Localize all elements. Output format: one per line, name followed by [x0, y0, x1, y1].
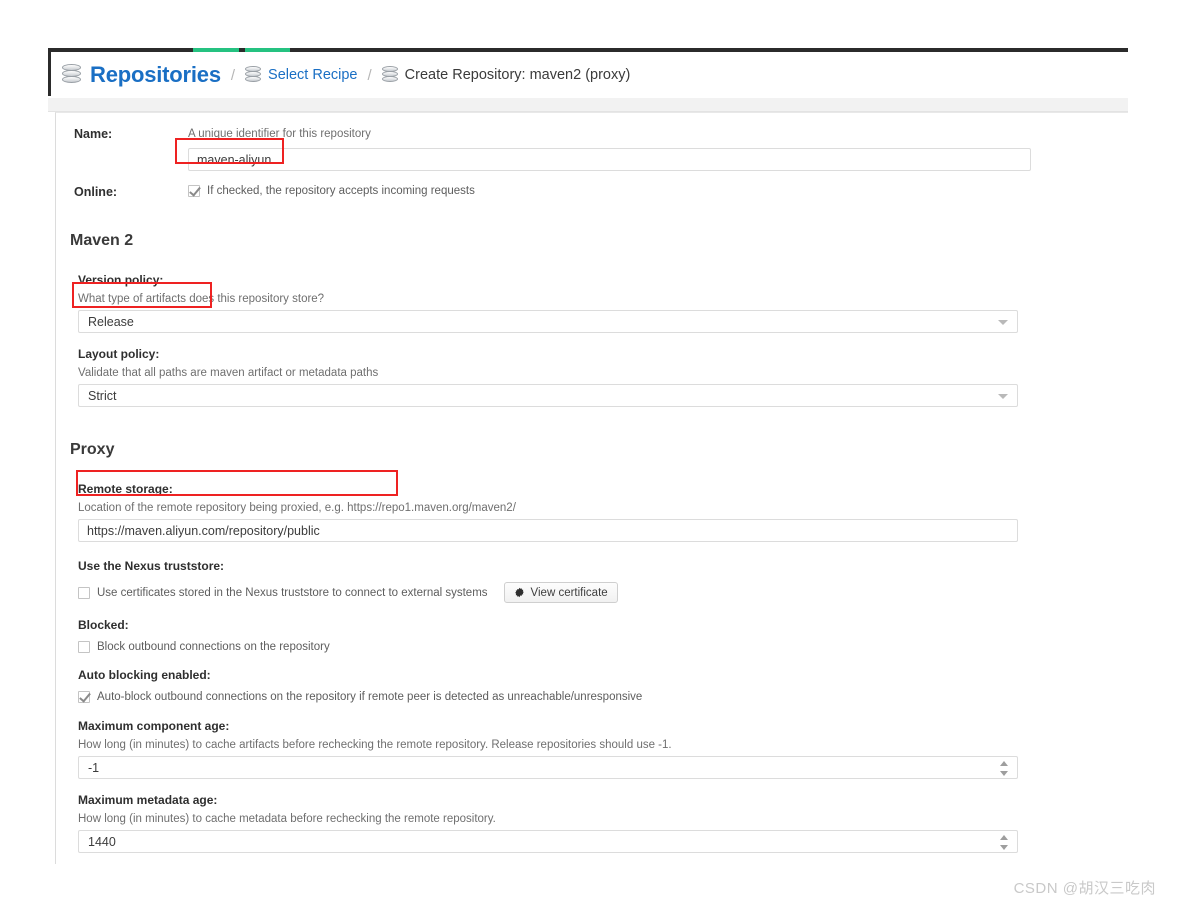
maven2-section-heading: Maven 2 — [70, 232, 134, 249]
online-label: Online: — [74, 185, 118, 199]
stepper-up-icon[interactable] — [1000, 761, 1008, 766]
version-policy-label: Version policy: — [78, 273, 164, 287]
max-component-age-label: Maximum component age: — [78, 719, 230, 733]
breadcrumb: Repositories / Select Recipe / Create Re… — [51, 52, 1128, 98]
stepper-icon[interactable] — [1000, 835, 1009, 850]
blocked-checkbox-row[interactable]: Block outbound connections on the reposi… — [56, 641, 1128, 653]
name-help-text: A unique identifier for this repository — [188, 128, 371, 140]
breadcrumb-separator-1: / — [230, 66, 236, 84]
auto-blocking-checkbox-label: Auto-block outbound connections on the r… — [97, 691, 643, 703]
remote-storage-input[interactable]: https://maven.aliyun.com/repository/publ… — [78, 519, 1018, 542]
version-policy-select[interactable]: Release — [78, 310, 1018, 333]
stepper-down-icon[interactable] — [1000, 845, 1008, 850]
layout-policy-label: Layout policy: — [78, 347, 160, 361]
layout-policy-select[interactable]: Strict — [78, 384, 1018, 407]
online-checkbox[interactable] — [188, 185, 200, 197]
online-field-row: Online: If checked, the repository accep… — [56, 185, 1128, 199]
blocked-checkbox-label: Block outbound connections on the reposi… — [97, 641, 330, 653]
name-field-row: Name: A unique identifier for this repos… — [56, 127, 1128, 171]
database-icon-step2 — [381, 65, 398, 85]
version-policy-value: Release — [88, 315, 134, 329]
proxy-section-heading: Proxy — [70, 441, 115, 458]
breadcrumb-separator-2: / — [367, 66, 372, 84]
blocked-checkbox[interactable] — [78, 641, 90, 653]
watermark: CSDN @胡汉三吃肉 — [1013, 880, 1156, 897]
truststore-checkbox[interactable] — [78, 586, 90, 599]
stepper-icon[interactable] — [1000, 761, 1009, 776]
breadcrumb-current-page: Create Repository: maven2 (proxy) — [404, 67, 631, 83]
truststore-checkbox-row[interactable]: Use certificates stored in the Nexus tru… — [56, 582, 1128, 603]
max-metadata-age-help: How long (in minutes) to cache metadata … — [78, 813, 496, 825]
stepper-up-icon[interactable] — [1000, 835, 1008, 840]
layout-policy-value: Strict — [88, 389, 117, 403]
stepper-down-icon[interactable] — [1000, 771, 1008, 776]
max-metadata-age-label: Maximum metadata age: — [78, 793, 218, 807]
auto-blocking-label: Auto blocking enabled: — [78, 668, 211, 682]
breadcrumb-root-link[interactable]: Repositories — [90, 62, 221, 88]
online-checkbox-row[interactable]: If checked, the repository accepts incom… — [188, 185, 1128, 197]
max-component-age-help: How long (in minutes) to cache artifacts… — [78, 739, 672, 751]
truststore-label: Use the Nexus truststore: — [78, 559, 225, 573]
breadcrumb-select-recipe-link[interactable]: Select Recipe — [268, 67, 357, 83]
header-divider-strip — [48, 98, 1128, 112]
truststore-checkbox-label: Use certificates stored in the Nexus tru… — [97, 586, 488, 599]
chevron-down-icon[interactable] — [998, 394, 1008, 399]
max-component-age-value: -1 — [88, 761, 100, 775]
layout-policy-help: Validate that all paths are maven artifa… — [78, 367, 379, 379]
remote-storage-label: Remote storage: — [78, 482, 173, 496]
auto-blocking-checkbox-row[interactable]: Auto-block outbound connections on the r… — [56, 691, 1128, 703]
name-label: Name: — [74, 127, 113, 141]
create-repository-form-panel: Name: A unique identifier for this repos… — [55, 112, 1128, 864]
database-icon-step1 — [245, 65, 262, 85]
max-metadata-age-value: 1440 — [88, 835, 116, 849]
remote-storage-help: Location of the remote repository being … — [78, 502, 516, 514]
max-metadata-age-input[interactable]: 1440 — [78, 830, 1018, 853]
max-component-age-input[interactable]: -1 — [78, 756, 1018, 779]
chevron-down-icon[interactable] — [998, 320, 1008, 325]
version-policy-help: What type of artifacts does this reposit… — [78, 293, 325, 305]
blocked-label: Blocked: — [78, 618, 129, 632]
name-input[interactable]: maven-aliyun — [188, 148, 1031, 171]
view-certificate-label: View certificate — [530, 586, 608, 599]
gear-icon — [514, 587, 524, 598]
database-icon — [62, 63, 81, 87]
view-certificate-button[interactable]: View certificate — [503, 582, 618, 603]
auto-blocking-checkbox[interactable] — [78, 691, 90, 703]
screenshot-root: Repositories / Select Recipe / Create Re… — [0, 0, 1180, 916]
online-checkbox-label: If checked, the repository accepts incom… — [207, 185, 475, 197]
